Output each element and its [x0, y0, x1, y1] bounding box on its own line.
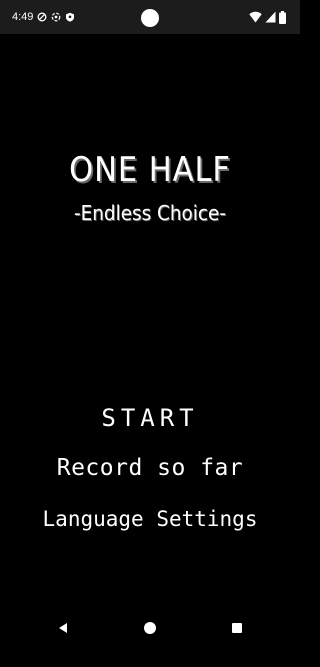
camera-cutout: [141, 9, 159, 27]
start-button[interactable]: START: [0, 404, 300, 432]
game-title: ONE HALF: [69, 150, 231, 190]
game-subtitle: -Endless Choice-: [73, 201, 227, 225]
recents-button[interactable]: [225, 616, 249, 640]
game-title-screen: 4:49 ONE HALF -Endless Choice- START Rec…: [0, 0, 300, 667]
back-button[interactable]: [51, 616, 75, 640]
recents-icon: [232, 623, 242, 633]
vpn-key-icon: [66, 12, 75, 22]
battery-icon: [279, 10, 286, 24]
home-icon: [144, 622, 156, 634]
wifi-icon: [249, 11, 262, 23]
home-button[interactable]: [138, 616, 162, 640]
back-icon: [59, 623, 67, 633]
record-so-far-button[interactable]: Record so far: [0, 455, 300, 481]
cellular-signal-icon: [265, 11, 276, 23]
navigation-bar: [0, 604, 300, 667]
status-left: 4:49: [12, 9, 75, 25]
data-saver-icon: [52, 12, 61, 22]
language-settings-button[interactable]: Language Settings: [0, 507, 300, 531]
privacy-shield-icon: [37, 12, 47, 22]
status-bar: 4:49: [0, 0, 300, 34]
status-time: 4:49: [12, 11, 34, 23]
status-right: [249, 10, 286, 24]
